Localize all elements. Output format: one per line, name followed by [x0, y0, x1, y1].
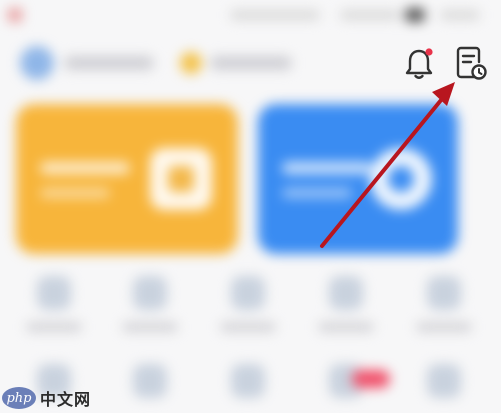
feature-card-left[interactable] — [16, 104, 238, 254]
promo-badge — [352, 370, 390, 388]
account-area[interactable] — [20, 46, 320, 80]
coin-label — [210, 56, 292, 70]
avatar[interactable] — [20, 46, 54, 80]
grid-item[interactable] — [414, 276, 474, 332]
card-right-icon — [370, 148, 432, 210]
status-bar — [0, 0, 501, 34]
account-name — [64, 56, 154, 70]
grid-item[interactable] — [316, 276, 376, 332]
feature-card-right[interactable] — [258, 104, 458, 254]
watermark: php 中文网 — [2, 384, 91, 412]
grid-item[interactable] — [414, 364, 474, 398]
grid-item[interactable] — [120, 276, 180, 332]
grid-item[interactable] — [120, 364, 180, 398]
coin-icon — [180, 52, 202, 74]
watermark-logo: php — [2, 387, 36, 409]
grid-item[interactable] — [218, 276, 278, 332]
bell-icon[interactable] — [402, 46, 436, 82]
card-left-icon — [150, 148, 212, 210]
document-clock-icon[interactable] — [452, 44, 488, 82]
grid-item[interactable] — [24, 276, 84, 332]
watermark-text: 中文网 — [40, 390, 92, 409]
grid-item[interactable] — [218, 364, 278, 398]
status-app-icon — [8, 8, 22, 22]
